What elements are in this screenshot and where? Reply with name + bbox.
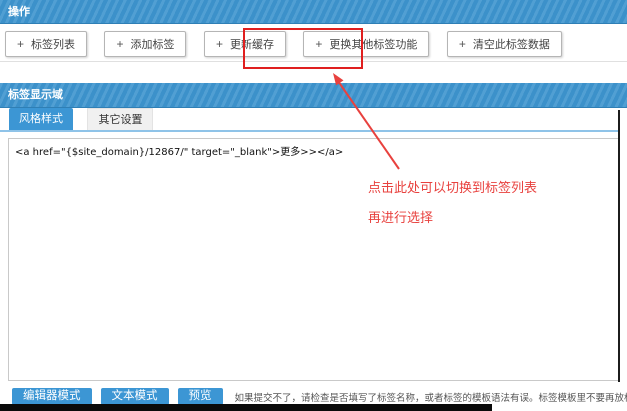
page: 操作 + 标签列表 + 添加标签 + 更新缓存 + 更换其他标签功能 + 清空此… bbox=[0, 0, 627, 411]
clear-tag-data-button[interactable]: + 清空此标签数据 bbox=[447, 31, 562, 57]
tag-display-panel-header: 标签显示域 bbox=[0, 83, 627, 108]
editor-mode-button[interactable]: 编辑器模式 bbox=[12, 388, 92, 405]
tab-other-settings[interactable]: 其它设置 bbox=[87, 108, 153, 130]
operations-panel-title: 操作 bbox=[8, 6, 30, 18]
tag-list-button-label: 标签列表 bbox=[31, 36, 75, 52]
tag-display-panel-title: 标签显示域 bbox=[8, 89, 63, 101]
bottom-edge-artifact bbox=[0, 404, 492, 411]
annotation-text-line1: 点击此处可以切换到标签列表 bbox=[368, 177, 537, 196]
highlight-box bbox=[243, 28, 363, 69]
plus-icon: + bbox=[116, 38, 123, 50]
text-mode-button[interactable]: 文本模式 bbox=[101, 388, 169, 405]
tag-list-button[interactable]: + 标签列表 bbox=[5, 31, 87, 57]
plus-icon: + bbox=[216, 38, 223, 50]
preview-button[interactable]: 预览 bbox=[178, 388, 223, 405]
annotation-text-line2: 再进行选择 bbox=[368, 207, 433, 226]
add-tag-button-label: 添加标签 bbox=[130, 36, 174, 52]
tab-style[interactable]: 风格样式 bbox=[9, 108, 73, 130]
right-edge-line bbox=[618, 110, 620, 382]
tab-bar: 风格样式 其它设置 bbox=[0, 108, 620, 132]
tag-template-editor[interactable]: <a href="{$site_domain}/12867/" target="… bbox=[8, 138, 619, 381]
plus-icon: + bbox=[17, 38, 24, 50]
clear-tag-data-button-label: 清空此标签数据 bbox=[473, 36, 550, 52]
add-tag-button[interactable]: + 添加标签 bbox=[104, 31, 186, 57]
footer-help-text: 如果提交不了，请检查是否填写了标签名称，或者标签的模板语法有误。标签模板里不要再… bbox=[235, 390, 627, 404]
operations-panel-header: 操作 bbox=[0, 0, 627, 24]
plus-icon: + bbox=[459, 38, 466, 50]
